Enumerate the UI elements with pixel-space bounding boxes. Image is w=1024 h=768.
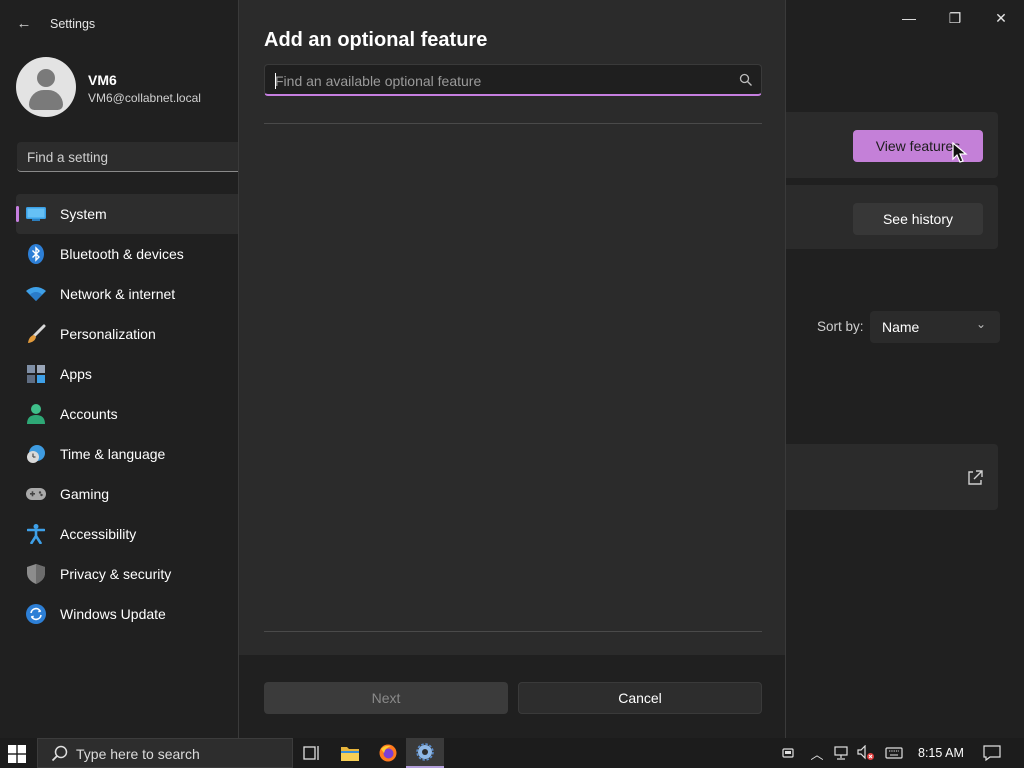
sidebar-item-accounts[interactable]: Accounts: [16, 394, 242, 434]
sidebar-item-label: Gaming: [60, 486, 110, 502]
notification-badge-icon[interactable]: [781, 744, 795, 762]
keyboard-icon[interactable]: [884, 744, 904, 762]
sidebar-nav: System Bluetooth & devices Network & int…: [16, 194, 242, 634]
sidebar-item-label: Apps: [60, 366, 92, 382]
feature-search-box[interactable]: [264, 64, 762, 96]
volume-muted-icon[interactable]: [856, 744, 876, 762]
maximize-button[interactable]: ❐: [940, 6, 970, 30]
sort-dropdown[interactable]: Name ⌄: [870, 311, 1000, 343]
list-top-divider: [264, 123, 762, 124]
apps-icon: [26, 364, 46, 384]
sidebar-item-network[interactable]: Network & internet: [16, 274, 242, 314]
taskbar-search-box[interactable]: Type here to search: [37, 738, 293, 768]
external-link-icon[interactable]: [966, 469, 984, 487]
folder-icon: [341, 746, 359, 761]
sidebar-item-label: Bluetooth & devices: [60, 246, 184, 262]
settings-taskbar-button[interactable]: [406, 738, 444, 768]
mouse-cursor-icon: [952, 142, 968, 163]
firefox-icon: [379, 744, 397, 762]
update-icon: [26, 604, 46, 624]
sidebar-item-personalization[interactable]: Personalization: [16, 314, 242, 354]
accessibility-icon: [26, 524, 46, 544]
taskbar: Type here to search ︿ 8:15 AM: [0, 738, 1024, 768]
task-view-icon: [303, 746, 319, 760]
find-setting-placeholder: Find a setting: [27, 150, 109, 165]
network-icon[interactable]: [832, 744, 852, 762]
file-explorer-button[interactable]: [331, 738, 369, 768]
search-icon: [739, 73, 752, 86]
sidebar-item-label: Network & internet: [60, 286, 176, 302]
search-icon: [51, 745, 68, 762]
avatar-head-shape: [37, 69, 55, 87]
dialog-title: Add an optional feature: [264, 29, 488, 51]
next-button[interactable]: Next: [264, 682, 508, 714]
sidebar-item-label: Privacy & security: [60, 566, 172, 582]
sidebar-item-system[interactable]: System: [16, 194, 242, 234]
minimize-button[interactable]: —: [894, 6, 924, 30]
dialog-footer: Next Cancel: [239, 655, 785, 738]
wifi-icon: [26, 284, 46, 304]
back-arrow-icon[interactable]: ←: [12, 12, 36, 36]
see-history-button[interactable]: See history: [853, 203, 983, 235]
sidebar-item-label: Time & language: [60, 446, 166, 462]
close-button[interactable]: ✕: [986, 6, 1016, 30]
chevron-up-icon[interactable]: ︿: [808, 744, 826, 762]
firefox-button[interactable]: [369, 738, 407, 768]
brush-icon: [26, 324, 46, 344]
sidebar-item-bluetooth[interactable]: Bluetooth & devices: [16, 234, 242, 274]
settings-window: ← Settings — ❐ ✕ VM6 VM6@collabnet.local…: [0, 0, 1024, 738]
sort-label: Sort by:: [817, 319, 864, 334]
sort-value: Name: [882, 319, 920, 335]
add-optional-feature-dialog: Add an optional feature Next Cancel: [238, 0, 786, 738]
sidebar-item-label: Accounts: [60, 406, 118, 422]
feature-search-input[interactable]: [275, 71, 725, 91]
task-view-button[interactable]: [293, 738, 331, 768]
sidebar-item-label: Accessibility: [60, 526, 137, 542]
sidebar-item-label: System: [60, 206, 107, 222]
sidebar-item-accessibility[interactable]: Accessibility: [16, 514, 242, 554]
sidebar-item-label: Personalization: [60, 326, 156, 342]
bluetooth-icon: [26, 244, 46, 264]
chevron-down-icon: ⌄: [975, 317, 986, 331]
system-icon: [26, 204, 46, 224]
sidebar-item-time-language[interactable]: Time & language: [16, 434, 242, 474]
user-name: VM6: [88, 72, 117, 88]
taskbar-search-placeholder: Type here to search: [76, 746, 200, 762]
app-title: Settings: [50, 17, 96, 31]
sidebar-item-privacy[interactable]: Privacy & security: [16, 554, 242, 594]
user-email: VM6@collabnet.local: [88, 91, 201, 105]
notifications-icon[interactable]: [982, 744, 1002, 762]
shield-icon: [26, 564, 46, 584]
windows-start-icon[interactable]: [8, 745, 26, 763]
sidebar-item-gaming[interactable]: Gaming: [16, 474, 242, 514]
settings-gear-icon: [416, 743, 434, 761]
clock-globe-icon: [26, 444, 46, 464]
list-bottom-divider: [264, 631, 762, 632]
person-icon: [26, 404, 46, 424]
taskbar-clock[interactable]: 8:15 AM: [918, 746, 964, 760]
cancel-button[interactable]: Cancel: [518, 682, 762, 714]
avatar-body-shape: [29, 90, 63, 110]
find-setting-input[interactable]: Find a setting: [17, 142, 242, 172]
gamepad-icon: [26, 484, 46, 504]
avatar[interactable]: [16, 57, 76, 117]
text-caret: [275, 73, 276, 89]
sidebar-item-label: Windows Update: [60, 606, 166, 622]
sidebar-item-windows-update[interactable]: Windows Update: [16, 594, 242, 634]
sidebar-item-apps[interactable]: Apps: [16, 354, 242, 394]
